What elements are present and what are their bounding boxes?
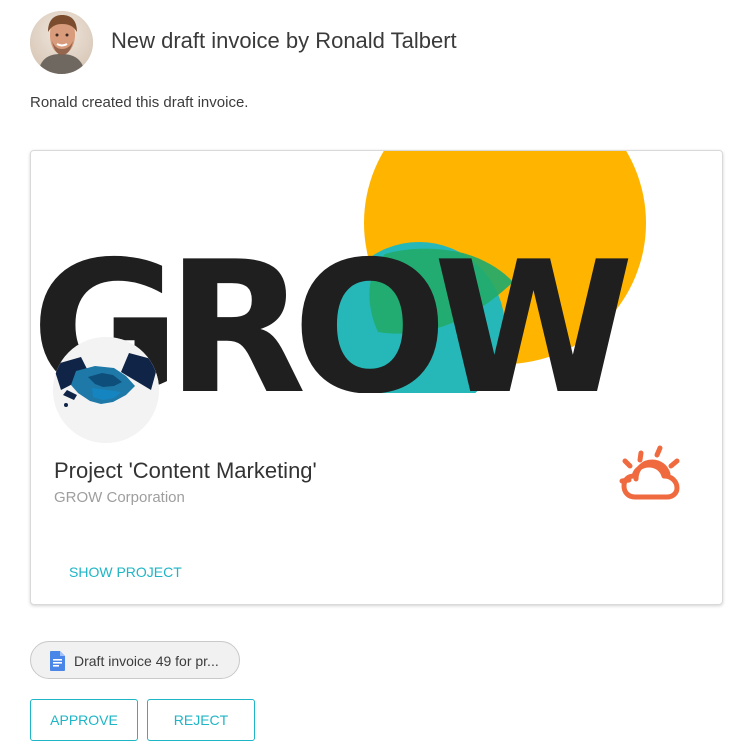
page-title: New draft invoice by Ronald Talbert	[111, 28, 457, 53]
project-logo	[53, 337, 159, 443]
invoice-description: Ronald created this draft invoice.	[30, 94, 249, 111]
project-card: GROW Project 'Content Marketing' GROW Co…	[30, 150, 723, 605]
avatar-image	[30, 11, 93, 74]
show-project-button[interactable]: SHOW PROJECT	[69, 563, 182, 581]
partly-cloudy-icon-graphic	[619, 445, 680, 500]
project-company: GROW Corporation	[54, 489, 185, 506]
approve-button[interactable]: APPROVE	[30, 699, 138, 741]
reject-button[interactable]: REJECT	[147, 699, 255, 741]
avatar	[30, 11, 93, 74]
document-icon	[50, 651, 65, 671]
project-title: Project 'Content Marketing'	[54, 458, 317, 483]
attachment-chip[interactable]: Draft invoice 49 for pr...	[30, 641, 240, 679]
attachment-label: Draft invoice 49 for pr...	[74, 653, 219, 669]
handshake-icon	[53, 337, 159, 443]
partly-cloudy-icon	[617, 443, 687, 507]
